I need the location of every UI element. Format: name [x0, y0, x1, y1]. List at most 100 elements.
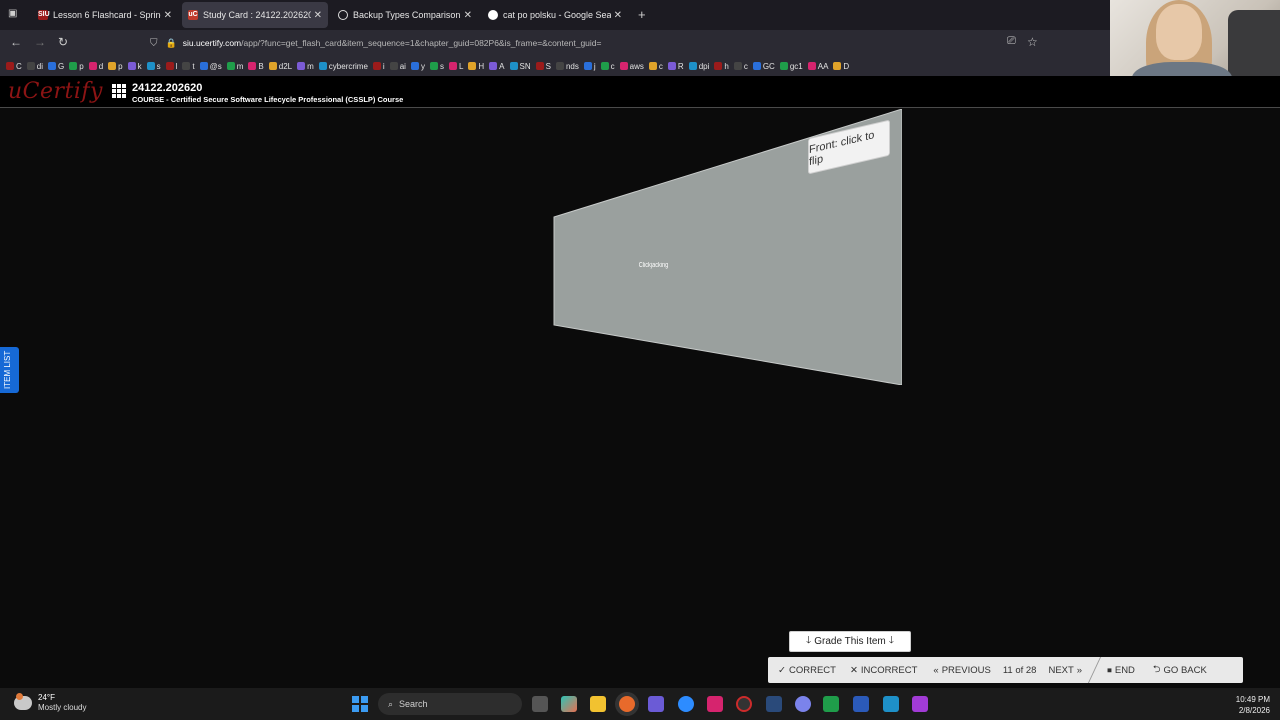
bookmark-item[interactable]: d [88, 61, 104, 71]
bookmark-item[interactable]: p [69, 62, 84, 71]
bookmark-favicon-icon [108, 62, 117, 70]
end-button[interactable]: ⏹ END [1107, 665, 1135, 676]
bookmark-item[interactable]: nds [555, 62, 579, 71]
bookmark-label: SN [519, 61, 531, 71]
incorrect-button[interactable]: ✕ INCORRECT [850, 665, 917, 676]
bookmark-item[interactable]: k [127, 62, 142, 71]
bookmark-label: L [458, 61, 464, 71]
bookmark-item[interactable]: GC [752, 62, 775, 71]
temperature: 24°F [38, 693, 55, 702]
bookmark-item[interactable]: i [372, 62, 385, 71]
bookmark-item[interactable]: G [48, 62, 64, 71]
bookmark-item[interactable]: ai [389, 61, 406, 71]
bookmark-item[interactable]: D [833, 62, 849, 71]
bookmark-item[interactable]: p [108, 62, 123, 71]
bookmark-item[interactable]: L [448, 61, 464, 71]
bookmark-item[interactable]: m [226, 62, 243, 71]
app-icon[interactable] [912, 696, 928, 712]
bookmark-item[interactable]: s [146, 62, 161, 71]
bookmark-item[interactable]: c [600, 62, 615, 71]
bookmark-item[interactable]: R [667, 62, 684, 71]
tab-overview-icon[interactable]: ▣ [8, 8, 17, 19]
flashcard-term: Clickjacking [638, 262, 669, 269]
bookmark-item[interactable]: j [583, 62, 596, 71]
ucertify-logo[interactable]: uCertify [8, 79, 103, 104]
bookmark-label: ai [399, 61, 406, 71]
bookmark-label: dpi [698, 61, 710, 71]
file-explorer-icon[interactable] [590, 696, 606, 712]
weather-widget[interactable]: 24°F Mostly cloudy [14, 693, 86, 713]
double-chevron-left-icon: « [933, 664, 939, 676]
bookmark-item[interactable]: B [248, 62, 264, 71]
bookmark-favicon-icon [555, 62, 564, 70]
install-app-icon[interactable]: ⎚ [1007, 35, 1016, 48]
bookmark-item[interactable]: gc1 [779, 62, 803, 71]
correct-button[interactable]: ✓ CORRECT [778, 665, 836, 676]
task-view-icon[interactable] [532, 696, 548, 712]
copilot-icon[interactable] [561, 696, 577, 712]
bookmark-label: d [98, 61, 104, 71]
bookmark-item[interactable]: SN [509, 61, 531, 71]
tab-backup-types[interactable]: Backup Types Comparison ✕ [332, 2, 478, 28]
remote-desktop-icon[interactable] [883, 696, 899, 712]
bookmark-item[interactable]: H [468, 62, 484, 71]
go-back-button[interactable]: ⮌ GO BACK [1153, 662, 1207, 678]
bookmark-favicon-icon [752, 62, 761, 70]
teams-chat-icon[interactable] [795, 696, 811, 712]
windows-start-icon[interactable] [352, 696, 368, 712]
close-icon: ✕ [849, 664, 858, 676]
forward-arrow-icon[interactable]: → [34, 35, 46, 49]
bookmark-star-icon[interactable]: ☆ [1027, 35, 1038, 49]
word-icon[interactable] [853, 696, 869, 712]
app-icon[interactable] [707, 696, 723, 712]
close-tab-icon[interactable]: ✕ [314, 10, 322, 21]
bookmark-item[interactable]: c [648, 62, 663, 71]
taskbar-search[interactable]: ⌕ Search [378, 693, 522, 715]
tab-lesson-flashcard[interactable]: SIU Lesson 6 Flashcard - Spring 202 ✕ [32, 2, 178, 28]
tab-google-search[interactable]: cat po polsku - Google Search ✕ [482, 2, 628, 28]
bookmark-item[interactable]: C [6, 62, 22, 71]
grade-item-button[interactable]: 🡓 Grade This Item 🡓 [789, 631, 911, 652]
bookmark-item[interactable]: di [26, 62, 43, 71]
app-icon[interactable] [736, 696, 752, 712]
app-icon[interactable] [766, 696, 782, 712]
excel-icon[interactable] [823, 696, 839, 712]
firefox-icon[interactable] [619, 696, 635, 712]
app-grid-icon[interactable] [112, 84, 126, 98]
bookmark-favicon-icon [648, 62, 657, 70]
close-tab-icon[interactable]: ✕ [464, 10, 472, 21]
tab-title: Lesson 6 Flashcard - Spring 202 [53, 10, 161, 20]
bookmark-item[interactable]: s [429, 62, 444, 71]
bookmark-item[interactable]: h [714, 62, 729, 71]
tab-title: Backup Types Comparison [353, 10, 461, 20]
item-list-tab[interactable]: ITEM LIST [0, 347, 19, 393]
bookmark-item[interactable]: m [297, 62, 314, 71]
flashcard[interactable]: Front: click to flip Clickjacking [553, 109, 902, 385]
bookmark-item[interactable]: AA [807, 62, 828, 71]
bookmark-item[interactable]: aws [619, 62, 644, 71]
bookmark-item[interactable]: d2L [268, 62, 292, 71]
bookmarks-bar: Cdi Gp d p k s l t @s m Bd2L m cybercrime i ai y s L H A SN S… [0, 56, 1110, 76]
close-tab-icon[interactable]: ✕ [614, 10, 622, 21]
bookmark-item[interactable]: cybercrime [318, 62, 368, 71]
bookmark-item[interactable]: A [489, 62, 505, 71]
bookmark-item[interactable]: t [182, 62, 195, 71]
close-tab-icon[interactable]: ✕ [164, 10, 172, 21]
bookmark-item[interactable]: y [410, 62, 425, 71]
bookmark-item[interactable]: c [733, 62, 748, 71]
teams-icon[interactable] [648, 696, 664, 712]
system-clock[interactable]: 10:49 PM 2/8/2026 [1236, 694, 1270, 716]
reload-icon[interactable]: ↻ [58, 35, 68, 49]
previous-button[interactable]: « PREVIOUS [933, 665, 990, 676]
tab-study-card[interactable]: uC Study Card : 24122.202620 [ba: ✕ [182, 2, 328, 28]
bookmark-item[interactable]: @s [199, 62, 222, 71]
bookmark-item[interactable]: l [165, 62, 177, 71]
back-arrow-icon[interactable]: ← [10, 35, 22, 49]
next-button[interactable]: NEXT » [1048, 665, 1082, 676]
bookmark-item[interactable]: S [535, 62, 551, 71]
bookmark-favicon-icon [165, 62, 174, 70]
address-bar[interactable]: ⛉ 🔒 siu.ucertify.com /app/?func=get_flas… [150, 33, 1050, 53]
bookmark-item[interactable]: dpi [688, 61, 710, 71]
new-tab-icon[interactable]: + [638, 7, 646, 22]
zoom-icon[interactable] [678, 696, 694, 712]
